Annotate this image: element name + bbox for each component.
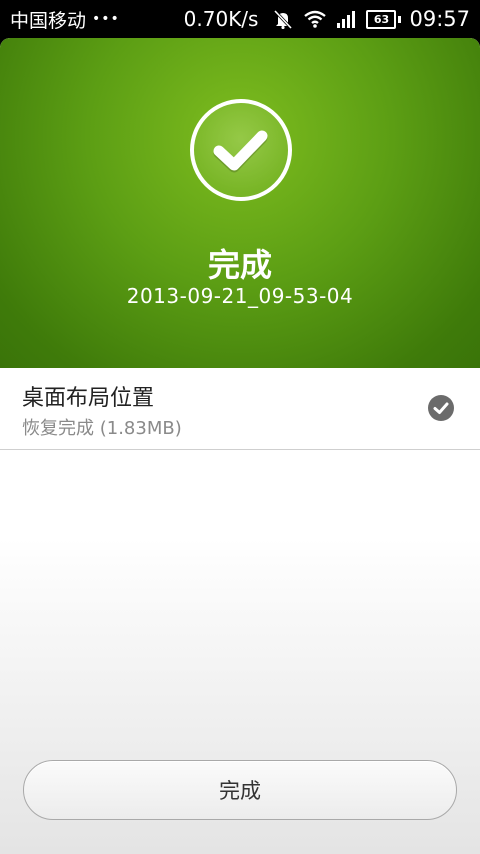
battery-level: 63 [373,12,390,26]
status-time: 09:57 [409,7,470,31]
status-left: 中国移动 ••• [10,0,120,38]
check-circle-icon [190,99,292,201]
status-right: 0.70K/s 63 09:57 [184,0,470,38]
backup-timestamp: 2013-09-21_09-53-04 [126,284,354,308]
restore-complete-screen: 完成 2013-09-21_09-53-04 桌面布局位置 恢复完成 (1.83… [0,38,480,854]
battery-icon: 63 [366,9,397,29]
done-button[interactable]: 完成 [23,760,457,820]
item-status: 恢复完成 (1.83MB) [22,418,182,439]
status-bar: 中国移动 ••• 0.70K/s 63 09:57 [0,0,480,38]
wifi-icon [304,10,327,28]
signal-icon [336,10,356,28]
network-speed: 0.70K/s [183,7,259,31]
completion-title: 完成 [207,246,272,284]
battery-tip [398,15,402,23]
completion-header: 完成 2013-09-21_09-53-04 [0,38,480,368]
carrier-name: 中国移动 [10,9,87,32]
list-item[interactable]: 桌面布局位置 恢复完成 (1.83MB) [0,368,480,450]
check-badge-icon [428,395,454,421]
screen: 中国移动 ••• 0.70K/s 63 09:57 完成 2013-09-21_… [0,0,480,854]
notification-dots: ••• [92,11,120,27]
mute-icon [272,9,294,29]
item-title: 桌面布局位置 [22,386,155,411]
